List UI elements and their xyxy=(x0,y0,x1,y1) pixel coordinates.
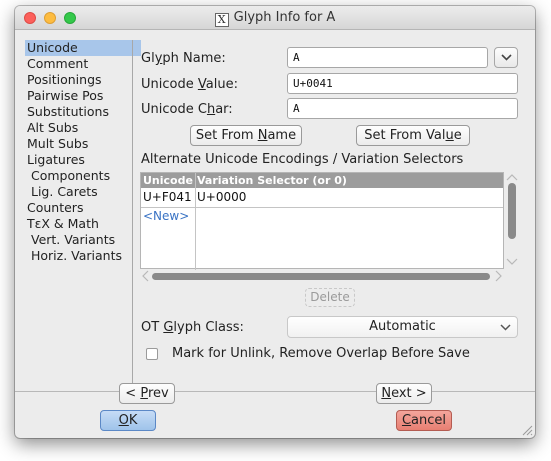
sidebar-item-components[interactable]: Components xyxy=(25,168,141,184)
mark-for-unlink-label: Mark for Unlink, Remove Overlap Before S… xyxy=(172,346,470,361)
row-divider xyxy=(141,207,503,208)
chevron-down-icon xyxy=(500,324,511,331)
column-divider xyxy=(195,173,196,270)
new-entry-link[interactable]: <New> xyxy=(143,209,189,223)
glyph-name-field[interactable]: A xyxy=(287,47,488,68)
sidebar-item-ligatures[interactable]: Ligatures xyxy=(25,152,141,168)
alt-encodings-table: Unicode Variation Selector (or 0) U+F041… xyxy=(140,172,504,270)
ot-glyph-class-select[interactable]: Automatic xyxy=(287,316,518,338)
scroll-up-arrow-icon[interactable] xyxy=(505,173,519,183)
set-from-value-button[interactable]: Set From Value xyxy=(356,125,470,146)
sidebar-item-horiz-variants[interactable]: Horiz. Variants xyxy=(25,248,141,264)
sidebar-divider xyxy=(132,40,133,384)
table-cell-unicode[interactable]: U+F041 xyxy=(143,190,192,204)
bottom-divider xyxy=(15,391,535,392)
chevron-down-icon xyxy=(501,54,512,61)
scroll-right-arrow-icon[interactable] xyxy=(493,270,503,282)
sidebar-item-pairwise-pos[interactable]: Pairwise Pos xyxy=(25,88,141,104)
sidebar-item-tex-math[interactable]: TεX & Math xyxy=(25,216,141,232)
column-header-variation-selector: Variation Selector (or 0) xyxy=(197,174,347,187)
sidebar: Unicode Comment Positionings Pairwise Po… xyxy=(25,40,141,264)
title-bar: X Glyph Info for A xyxy=(15,6,535,30)
table-cell-selector[interactable]: U+0000 xyxy=(197,190,246,204)
unicode-value-field[interactable]: U+0041 xyxy=(287,73,518,94)
glyph-name-dropdown-button[interactable] xyxy=(494,47,518,68)
vertical-scroll-thumb[interactable] xyxy=(508,183,516,239)
horizontal-scroll-thumb[interactable] xyxy=(152,273,490,280)
sidebar-item-substitutions[interactable]: Substitutions xyxy=(25,104,141,120)
mark-for-unlink-checkbox[interactable] xyxy=(146,348,158,360)
sidebar-item-counters[interactable]: Counters xyxy=(25,200,141,216)
ot-glyph-class-label: OT Glyph Class: xyxy=(141,320,244,335)
cancel-button[interactable]: Cancel xyxy=(396,410,452,431)
window-title-area: X Glyph Info for A xyxy=(15,10,535,27)
sidebar-item-positionings[interactable]: Positionings xyxy=(25,72,141,88)
sidebar-item-lig-carets[interactable]: Lig. Carets xyxy=(25,184,141,200)
delete-button[interactable]: Delete xyxy=(305,288,355,307)
glyph-name-label: Glyph Name: xyxy=(141,51,226,66)
vertical-scrollbar[interactable] xyxy=(505,172,519,269)
horizontal-scrollbar[interactable] xyxy=(140,270,506,282)
window-title: Glyph Info for A xyxy=(233,10,336,25)
ot-glyph-class-value: Automatic xyxy=(369,319,436,334)
scroll-down-arrow-icon[interactable] xyxy=(505,257,519,267)
sidebar-item-vert-variants[interactable]: Vert. Variants xyxy=(25,232,141,248)
resize-grip-icon[interactable] xyxy=(522,425,533,436)
sidebar-item-mult-subs[interactable]: Mult Subs xyxy=(25,136,141,152)
prev-button[interactable]: < Prev xyxy=(119,383,175,404)
set-from-name-button[interactable]: Set From Name xyxy=(190,125,302,146)
sidebar-item-unicode[interactable]: Unicode xyxy=(25,40,141,56)
unicode-value-label: Unicode Value: xyxy=(141,77,238,92)
next-button[interactable]: Next > xyxy=(376,383,432,404)
sidebar-item-alt-subs[interactable]: Alt Subs xyxy=(25,120,141,136)
sidebar-item-comment[interactable]: Comment xyxy=(25,56,141,72)
glyph-info-dialog: X Glyph Info for A Unicode Comment Positi… xyxy=(15,6,535,438)
x11-app-icon: X xyxy=(214,13,229,27)
column-header-unicode: Unicode xyxy=(143,174,193,187)
scroll-left-arrow-icon[interactable] xyxy=(141,270,151,282)
unicode-char-label: Unicode Char: xyxy=(141,102,233,117)
ok-button[interactable]: OK xyxy=(100,410,156,431)
alt-encodings-heading: Alternate Unicode Encodings / Variation … xyxy=(141,152,464,167)
unicode-char-field[interactable]: A xyxy=(287,98,518,119)
